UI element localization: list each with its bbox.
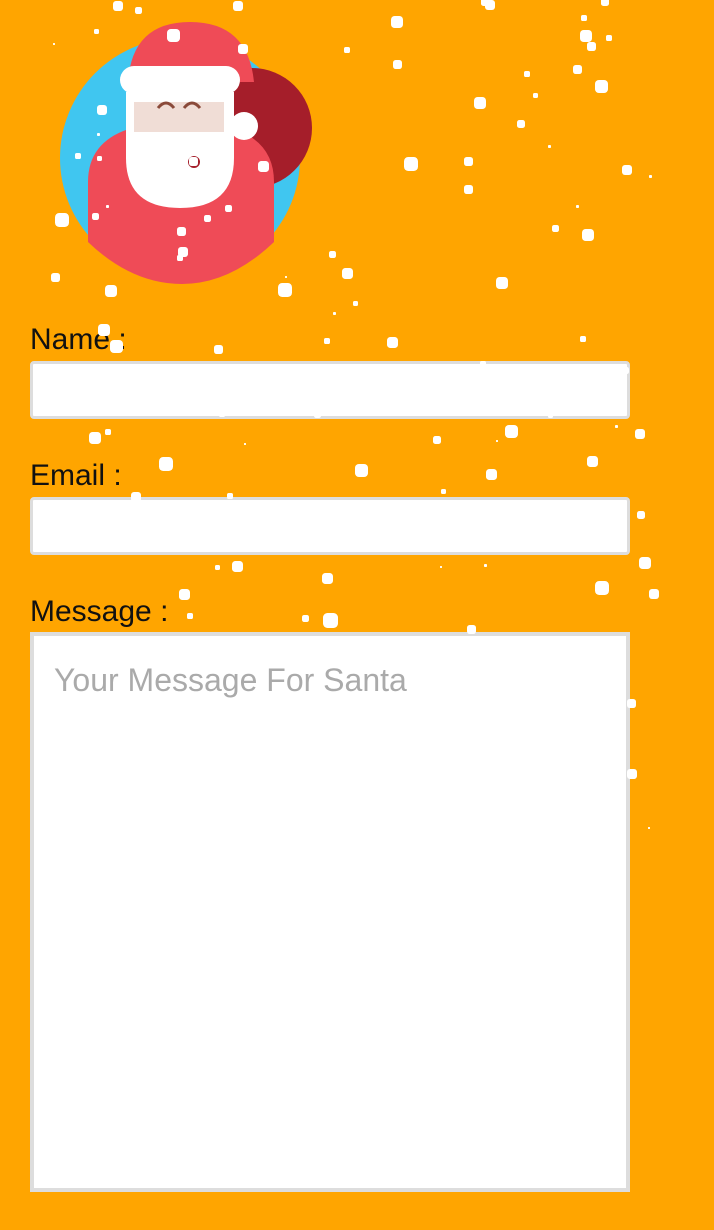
snowflake xyxy=(391,16,403,28)
snowflake xyxy=(572,64,582,74)
snowflake xyxy=(213,344,223,354)
santa-hat-brim xyxy=(120,66,240,94)
snowflake xyxy=(586,455,598,467)
snowflake xyxy=(159,457,173,471)
snowflake xyxy=(322,612,338,628)
santa-claus-icon xyxy=(60,22,312,284)
snowflake xyxy=(392,59,402,69)
snowflake xyxy=(606,35,612,41)
snowflake xyxy=(639,557,651,569)
snowflake xyxy=(352,300,358,306)
snowflake xyxy=(524,71,530,77)
santa-face xyxy=(134,102,224,132)
santa-letter-page: Name : Email : Message : xyxy=(0,0,714,1230)
snowflake xyxy=(231,560,243,572)
snowflake xyxy=(580,30,592,42)
snowflake xyxy=(504,424,518,438)
snowflake xyxy=(105,285,117,297)
snowflake xyxy=(532,92,538,98)
snowflake xyxy=(496,440,498,442)
snowflake xyxy=(474,97,486,109)
snowflake xyxy=(386,336,398,348)
snowflake xyxy=(440,566,442,568)
snowflake xyxy=(648,174,652,178)
snowflake xyxy=(187,613,193,619)
snowflake xyxy=(324,338,330,344)
snowflake xyxy=(485,468,497,480)
snowflake xyxy=(581,15,587,21)
snowflake xyxy=(614,424,618,428)
santa-mouth xyxy=(188,156,200,168)
snowflake xyxy=(440,488,446,494)
snowflake xyxy=(481,0,489,6)
snowflake xyxy=(105,429,111,435)
snowflake xyxy=(595,581,609,595)
snowflake xyxy=(301,614,309,622)
email-label: Email : xyxy=(30,459,122,492)
snowflake xyxy=(485,0,495,10)
snowflake xyxy=(586,41,596,51)
snowflake xyxy=(113,1,123,11)
snowflake xyxy=(354,463,368,477)
snowflake xyxy=(321,572,333,584)
email-input[interactable] xyxy=(30,497,630,555)
snowflake xyxy=(594,79,608,93)
message-label: Message : xyxy=(30,595,169,628)
snowflake xyxy=(601,0,609,6)
snowflake xyxy=(463,156,473,166)
snowflake xyxy=(404,157,418,171)
snowflake xyxy=(637,511,645,519)
snowflake xyxy=(496,277,508,289)
snowflake xyxy=(648,827,650,829)
snowflake xyxy=(463,184,473,194)
snowflake xyxy=(344,47,350,53)
santa-illustration xyxy=(60,22,312,284)
snowflake xyxy=(341,267,353,279)
snowflake xyxy=(433,436,441,444)
santa-hat-pompom xyxy=(230,112,258,140)
snowflake xyxy=(635,429,645,439)
name-label: Name : xyxy=(30,323,127,356)
snowflake xyxy=(575,204,579,208)
snowflake xyxy=(582,229,594,241)
name-input[interactable] xyxy=(30,361,630,419)
snowflake xyxy=(517,120,525,128)
snowflake xyxy=(244,443,246,445)
snowflake xyxy=(214,564,220,570)
snowflake xyxy=(547,144,551,148)
snowflake xyxy=(134,6,142,14)
snowflake xyxy=(332,311,336,315)
snowflake xyxy=(89,432,101,444)
snowflake xyxy=(53,43,55,45)
snowflake xyxy=(50,272,60,282)
snowflake xyxy=(649,589,659,599)
snowflake xyxy=(551,224,559,232)
snowflake xyxy=(622,165,632,175)
snowflake xyxy=(178,588,190,600)
snowflake xyxy=(483,563,487,567)
snowflake xyxy=(278,283,292,297)
snowflake xyxy=(233,1,243,11)
snowflake xyxy=(328,250,336,258)
message-textarea[interactable] xyxy=(30,632,630,1192)
snowflake xyxy=(580,336,586,342)
